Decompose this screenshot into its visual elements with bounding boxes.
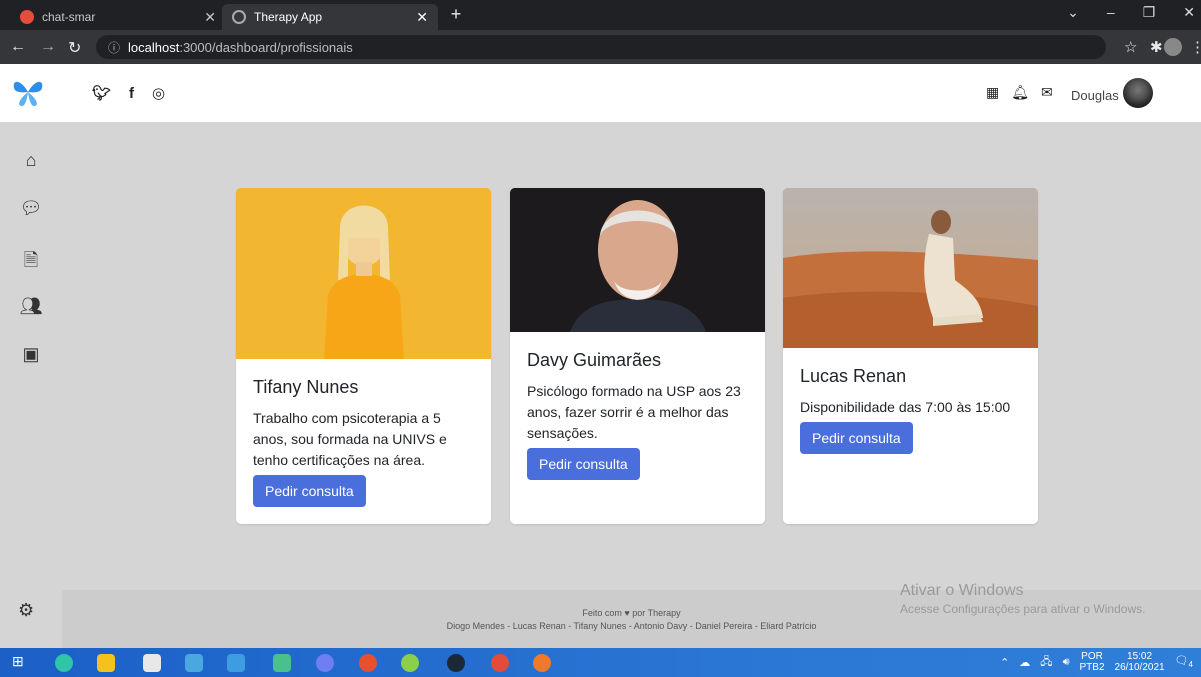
language-indicator[interactable]: POR PTB2 bbox=[1080, 651, 1105, 673]
profile-avatar-icon[interactable] bbox=[1164, 38, 1182, 56]
forward-icon[interactable]: → bbox=[40, 38, 56, 56]
url-path: :3000/dashboard/profissionais bbox=[179, 39, 353, 55]
header-action-icons: ▦ 🔔︎ ✉ bbox=[986, 84, 1053, 101]
keyboard-layout: PTB2 bbox=[1079, 662, 1105, 673]
settings-gears-icon[interactable]: ⚙ bbox=[18, 600, 34, 621]
browser-tabbar: chat-smar ✕ Therapy App ✕ + ⌄ – ❐ ✕ bbox=[0, 0, 1201, 30]
url-input[interactable]: ⓘ localhost :3000/dashboard/profissionai… bbox=[96, 35, 1106, 59]
clock-time: 15:02 bbox=[1127, 651, 1153, 662]
professional-description: Trabalho com psicoterapia a 5 anos, sou … bbox=[253, 410, 447, 468]
tab-title: Therapy App bbox=[254, 10, 323, 24]
butterfly-logo-icon[interactable] bbox=[10, 74, 46, 110]
professional-name: Davy Guimarães bbox=[527, 350, 662, 370]
woman-portrait-image bbox=[236, 188, 491, 359]
sidebar: ⌂ 💬︎ 🗎 👥︎ ▣ bbox=[0, 122, 62, 648]
professional-description: Psicólogo formado na USP aos 23 anos, fa… bbox=[527, 383, 741, 441]
browser-tab-therapy-app[interactable]: Therapy App ✕ bbox=[222, 4, 438, 30]
windows-start-icon[interactable]: ⊞ bbox=[12, 653, 30, 671]
clock[interactable]: 15:02 26/10/2021 bbox=[1115, 651, 1165, 673]
card-body: Davy Guimarães Psicólogo formado na USP … bbox=[510, 350, 765, 480]
user-avatar[interactable] bbox=[1123, 78, 1153, 108]
browser-addressbar: ← → ↻ ⓘ localhost :3000/dashboard/profis… bbox=[0, 30, 1201, 64]
request-appointment-button[interactable]: Pedir consulta bbox=[800, 422, 913, 454]
network-icon[interactable]: 🖧 bbox=[1040, 653, 1052, 672]
desert-portrait-image bbox=[783, 188, 1038, 348]
social-links: 🐦︎ f ◎ bbox=[92, 84, 165, 103]
tab-search-icon[interactable]: ⌄ bbox=[1067, 4, 1079, 21]
facebook-icon[interactable]: f bbox=[129, 85, 134, 102]
chrome-favicon-icon bbox=[20, 10, 34, 24]
professional-description: Disponibilidade das 7:00 às 15:00 bbox=[800, 399, 1011, 415]
notification-count: 4 bbox=[1188, 660, 1193, 670]
mail-icon[interactable] bbox=[185, 654, 203, 672]
users-group-icon[interactable]: 👥︎ bbox=[18, 296, 44, 318]
close-tab-icon[interactable]: ✕ bbox=[204, 9, 216, 26]
file-explorer-icon[interactable] bbox=[97, 654, 115, 672]
windows-activation-watermark: Ativar o Windows Acesse Configurações pa… bbox=[900, 582, 1145, 616]
minimize-icon[interactable]: – bbox=[1107, 4, 1115, 21]
chevron-up-icon[interactable]: ⌃ bbox=[1000, 656, 1009, 669]
vscode-icon[interactable] bbox=[227, 654, 245, 672]
window-controls: ⌄ – ❐ ✕ bbox=[1067, 4, 1195, 21]
user-name[interactable]: Douglas bbox=[1071, 88, 1119, 103]
extensions-icon[interactable]: ✱ bbox=[1150, 38, 1163, 56]
professional-name: Lucas Renan bbox=[800, 366, 907, 386]
discord-taskbar-icon[interactable] bbox=[316, 654, 334, 672]
restore-icon[interactable]: ❐ bbox=[1143, 4, 1156, 21]
globe-favicon-icon bbox=[232, 10, 246, 24]
professional-photo bbox=[783, 188, 1038, 348]
language-code: POR bbox=[1081, 651, 1103, 662]
professional-card-lucas: Lucas Renan Disponibilidade das 7:00 às … bbox=[783, 188, 1038, 524]
man-portrait-image bbox=[510, 188, 765, 332]
close-tab-icon[interactable]: ✕ bbox=[416, 9, 428, 26]
browser-tab-chat-smar[interactable]: chat-smar ✕ bbox=[10, 4, 226, 30]
notifications-icon[interactable]: 🗨4 bbox=[1175, 654, 1193, 669]
app-header: 🐦︎ f ◎ ▦ 🔔︎ ✉ Douglas bbox=[0, 64, 1201, 122]
chat-bubbles-icon[interactable]: 💬︎ bbox=[18, 198, 44, 220]
professional-card-davy: Davy Guimarães Psicólogo formado na USP … bbox=[510, 188, 765, 524]
volume-icon[interactable]: 🔊︎ bbox=[1063, 656, 1070, 669]
store-icon[interactable] bbox=[143, 654, 161, 672]
back-icon[interactable]: ← bbox=[10, 38, 26, 56]
request-appointment-button[interactable]: Pedir consulta bbox=[253, 475, 366, 507]
url-host: localhost bbox=[128, 39, 180, 55]
menu-kebab-icon[interactable]: ⋮ bbox=[1190, 38, 1201, 56]
card-body: Tifany Nunes Trabalho com psicoterapia a… bbox=[236, 377, 491, 507]
card-body: Lucas Renan Disponibilidade das 7:00 às … bbox=[783, 366, 1038, 454]
system-tray: ⌃ ☁ 🖧 🔊︎ POR PTB2 15:02 26/10/2021 🗨4 bbox=[1000, 651, 1193, 673]
reload-icon[interactable]: ↻ bbox=[68, 38, 81, 58]
chrome-profile-icon[interactable] bbox=[491, 654, 509, 672]
windows-taskbar: ⊞ ⌃ ☁ 🖧 🔊︎ POR PTB2 15:02 26/10/2021 🗨4 bbox=[0, 648, 1201, 677]
professional-photo bbox=[236, 188, 491, 359]
bell-icon[interactable]: 🔔︎ bbox=[1011, 84, 1029, 101]
steam-icon[interactable] bbox=[447, 654, 465, 672]
app-icon[interactable] bbox=[401, 654, 419, 672]
tab-title: chat-smar bbox=[42, 10, 96, 24]
chrome-taskbar-icon[interactable] bbox=[359, 654, 377, 672]
clock-date: 26/10/2021 bbox=[1114, 662, 1165, 673]
twitter-icon[interactable]: 🐦︎ bbox=[92, 84, 111, 102]
professional-card-tifany: Tifany Nunes Trabalho com psicoterapia a… bbox=[236, 188, 491, 524]
discord-icon[interactable]: ▣ bbox=[18, 344, 44, 366]
edge-icon[interactable] bbox=[55, 654, 73, 672]
new-tab-icon[interactable]: + bbox=[444, 4, 468, 25]
home-icon[interactable]: ⌂ bbox=[18, 150, 44, 172]
footer-credits: Diogo Mendes - Lucas Renan - Tifany Nune… bbox=[446, 621, 817, 631]
cloud-icon[interactable]: ☁ bbox=[1019, 656, 1030, 669]
instagram-icon[interactable]: ◎ bbox=[152, 84, 165, 102]
calendar-icon[interactable]: ▦ bbox=[986, 84, 999, 101]
request-appointment-button[interactable]: Pedir consulta bbox=[527, 448, 640, 480]
bookmark-star-icon[interactable]: ☆ bbox=[1124, 38, 1137, 56]
envelope-icon[interactable]: ✉ bbox=[1041, 84, 1053, 101]
watermark-subtitle: Acesse Configurações para ativar o Windo… bbox=[900, 602, 1146, 616]
app-icon[interactable] bbox=[533, 654, 551, 672]
professional-name: Tifany Nunes bbox=[253, 377, 359, 397]
site-info-icon[interactable]: ⓘ bbox=[108, 39, 120, 56]
invoice-dollar-icon[interactable]: 🗎 bbox=[18, 248, 44, 270]
app-icon[interactable] bbox=[273, 654, 291, 672]
professional-photo bbox=[510, 188, 765, 332]
watermark-title: Ativar o Windows bbox=[900, 582, 1024, 599]
close-window-icon[interactable]: ✕ bbox=[1183, 4, 1195, 21]
